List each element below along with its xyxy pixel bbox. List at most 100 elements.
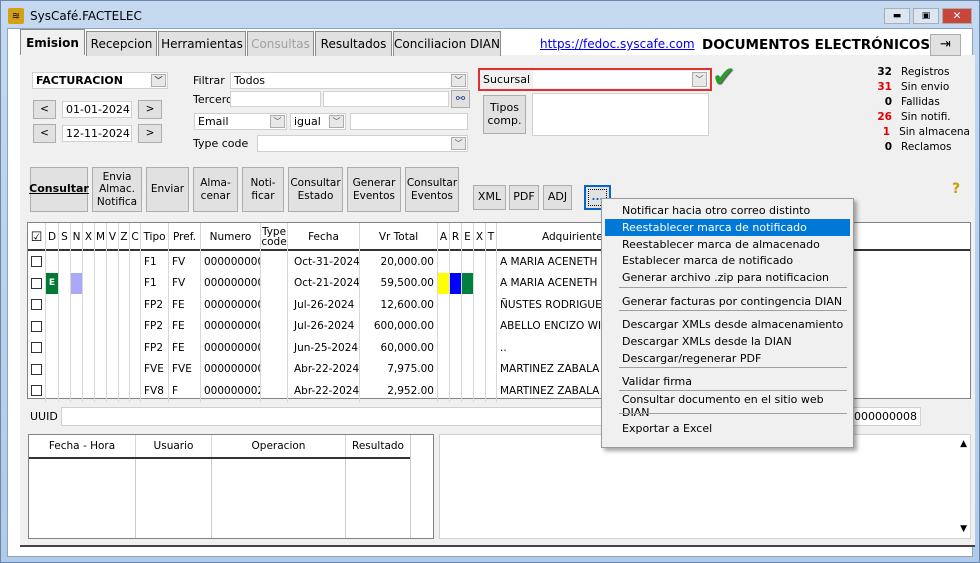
grid-header-11[interactable]: Numero	[201, 223, 261, 251]
minimize-button[interactable]: ▬	[884, 8, 910, 24]
date-to-next-button[interactable]: >	[138, 124, 162, 143]
menu-item[interactable]: Establecer marca de notificado	[605, 252, 850, 269]
status-cell-a	[438, 294, 450, 316]
consultar-button[interactable]: Consultar	[29, 167, 89, 212]
row-checkbox[interactable]	[31, 320, 42, 332]
grid-header-12[interactable]: Type code	[261, 223, 288, 251]
pdf-button[interactable]: PDF	[509, 185, 539, 210]
search-tercero-button[interactable]: ⚯	[451, 90, 470, 108]
field-value-input[interactable]	[350, 113, 468, 130]
row-select-cell[interactable]	[28, 272, 46, 294]
tipos-comp-list[interactable]	[532, 93, 709, 136]
log-header-operacion[interactable]: Operacion	[212, 435, 346, 457]
grid-header-0[interactable]: ☑	[28, 223, 46, 251]
help-icon[interactable]: ?	[952, 181, 960, 197]
exit-button[interactable]: ⇥	[930, 34, 961, 56]
menu-item[interactable]: Notificar hacia otro correo distinto	[605, 202, 850, 219]
date-to-prev-button[interactable]: <	[33, 124, 56, 143]
menu-item[interactable]: Generar facturas por contingencia DIAN	[605, 293, 850, 310]
almacenar-button[interactable]: Alma- cenar	[193, 167, 238, 212]
row-select-cell[interactable]	[28, 315, 46, 337]
menu-item[interactable]: Generar archivo .zip para notificacion	[605, 269, 850, 286]
menu-item[interactable]: Exportar a Excel	[605, 420, 850, 437]
tab-emision[interactable]: Emision	[20, 29, 85, 55]
row-select-cell[interactable]	[28, 294, 46, 316]
row-select-cell[interactable]	[28, 380, 46, 402]
row-select-cell[interactable]	[28, 337, 46, 359]
grid-header-16[interactable]: R	[450, 223, 462, 251]
status-cell-x	[474, 337, 486, 359]
filtrar-select[interactable]: Todos ﹀	[230, 72, 468, 89]
row-checkbox[interactable]	[31, 363, 42, 375]
tab-herramientas[interactable]: Herramientas	[158, 31, 246, 56]
grid-header-19[interactable]: T	[486, 223, 497, 251]
type-code-select[interactable]: ﹀	[257, 135, 468, 152]
grid-header-18[interactable]: X	[474, 223, 486, 251]
tipos-comp-button[interactable]: Tipos comp.	[483, 95, 526, 134]
row-checkbox[interactable]	[31, 342, 42, 354]
menu-item[interactable]: Consultar documento en el sitio web DIAN	[605, 393, 850, 419]
grid-header-6[interactable]: V	[107, 223, 119, 251]
date-from-input[interactable]: 01-01-2024	[62, 101, 132, 118]
grid-header-10[interactable]: Pref.	[169, 223, 201, 251]
tab-recepcion[interactable]: Recepcion	[86, 31, 157, 56]
menu-item[interactable]: Validar firma	[605, 373, 850, 390]
module-select[interactable]: FACTURACION ﹀	[32, 72, 168, 89]
sucursal-select[interactable]: ﹀	[533, 71, 708, 88]
row-checkbox[interactable]	[31, 256, 42, 268]
field-select[interactable]: Email ﹀	[194, 113, 287, 130]
menu-item[interactable]: Reestablecer marca de notificado	[605, 219, 850, 236]
date-from-prev-button[interactable]: <	[33, 100, 56, 119]
grid-header-2[interactable]: S	[59, 223, 71, 251]
row-checkbox[interactable]	[31, 385, 42, 397]
menu-item[interactable]: Descargar/regenerar PDF	[605, 350, 850, 367]
consultar-eventos-button[interactable]: Consultar Eventos	[405, 167, 459, 212]
fedoc-link[interactable]: https://fedoc.syscafe.com	[540, 37, 695, 51]
grid-header-17[interactable]: E	[462, 223, 474, 251]
tab-resultados[interactable]: Resultados	[315, 31, 392, 56]
tercero-code-input[interactable]	[230, 91, 321, 107]
enviar-button[interactable]: Enviar	[146, 167, 189, 212]
operator-select[interactable]: igual ﹀	[290, 113, 346, 130]
menu-item[interactable]: Descargar XMLs desde almacenamiento	[605, 316, 850, 333]
adj-button[interactable]: ADJ	[543, 185, 572, 210]
fecha-cell: Abr-22-2024	[288, 380, 360, 402]
grid-header-15[interactable]: A	[438, 223, 450, 251]
detail-textarea[interactable]: ▲ ▼	[439, 434, 971, 539]
flag-cell-d: E	[46, 272, 59, 294]
envia-almac-notifica-button[interactable]: Envia Almac. Notifica	[92, 167, 142, 212]
scroll-up-icon[interactable]: ▲	[960, 439, 967, 449]
grid-header-4[interactable]: X	[83, 223, 95, 251]
date-to-input[interactable]: 12-11-2024	[62, 125, 132, 142]
row-select-cell[interactable]	[28, 251, 46, 273]
grid-header-8[interactable]: C	[130, 223, 141, 251]
row-checkbox[interactable]	[31, 277, 42, 289]
status-cell-t	[486, 272, 497, 294]
consultar-estado-button[interactable]: Consultar Estado	[288, 167, 343, 212]
grid-header-7[interactable]: Z	[119, 223, 130, 251]
menu-item[interactable]: Descargar XMLs desde la DIAN	[605, 333, 850, 350]
xml-button[interactable]: XML	[473, 185, 506, 210]
grid-header-3[interactable]: N	[71, 223, 83, 251]
row-checkbox[interactable]	[31, 299, 42, 311]
scroll-down-icon[interactable]: ▼	[960, 524, 967, 534]
menu-item[interactable]: Reestablecer marca de almacenado	[605, 236, 850, 253]
notificar-button[interactable]: Noti- ficar	[242, 167, 284, 212]
log-header-resultado[interactable]: Resultado	[346, 435, 411, 457]
date-from-next-button[interactable]: >	[138, 100, 162, 119]
grid-header-5[interactable]: M	[95, 223, 107, 251]
log-header-fecha-hora[interactable]: Fecha - Hora	[29, 435, 136, 457]
log-header-usuario[interactable]: Usuario	[136, 435, 212, 457]
maximize-button[interactable]: ▣	[913, 8, 939, 24]
status-cell-e	[462, 294, 474, 316]
flag-cell-c	[130, 315, 141, 337]
tab-conciliacion-dian[interactable]: Conciliacion DIAN	[393, 31, 501, 56]
generar-eventos-button[interactable]: Generar Eventos	[347, 167, 401, 212]
close-button[interactable]: ✕	[942, 8, 972, 24]
tercero-name-input[interactable]	[323, 91, 449, 107]
grid-header-13[interactable]: Fecha	[288, 223, 360, 251]
row-select-cell[interactable]	[28, 358, 46, 380]
grid-header-14[interactable]: Vr Total	[360, 223, 438, 251]
grid-header-1[interactable]: D	[46, 223, 59, 251]
grid-header-9[interactable]: Tipo	[141, 223, 169, 251]
